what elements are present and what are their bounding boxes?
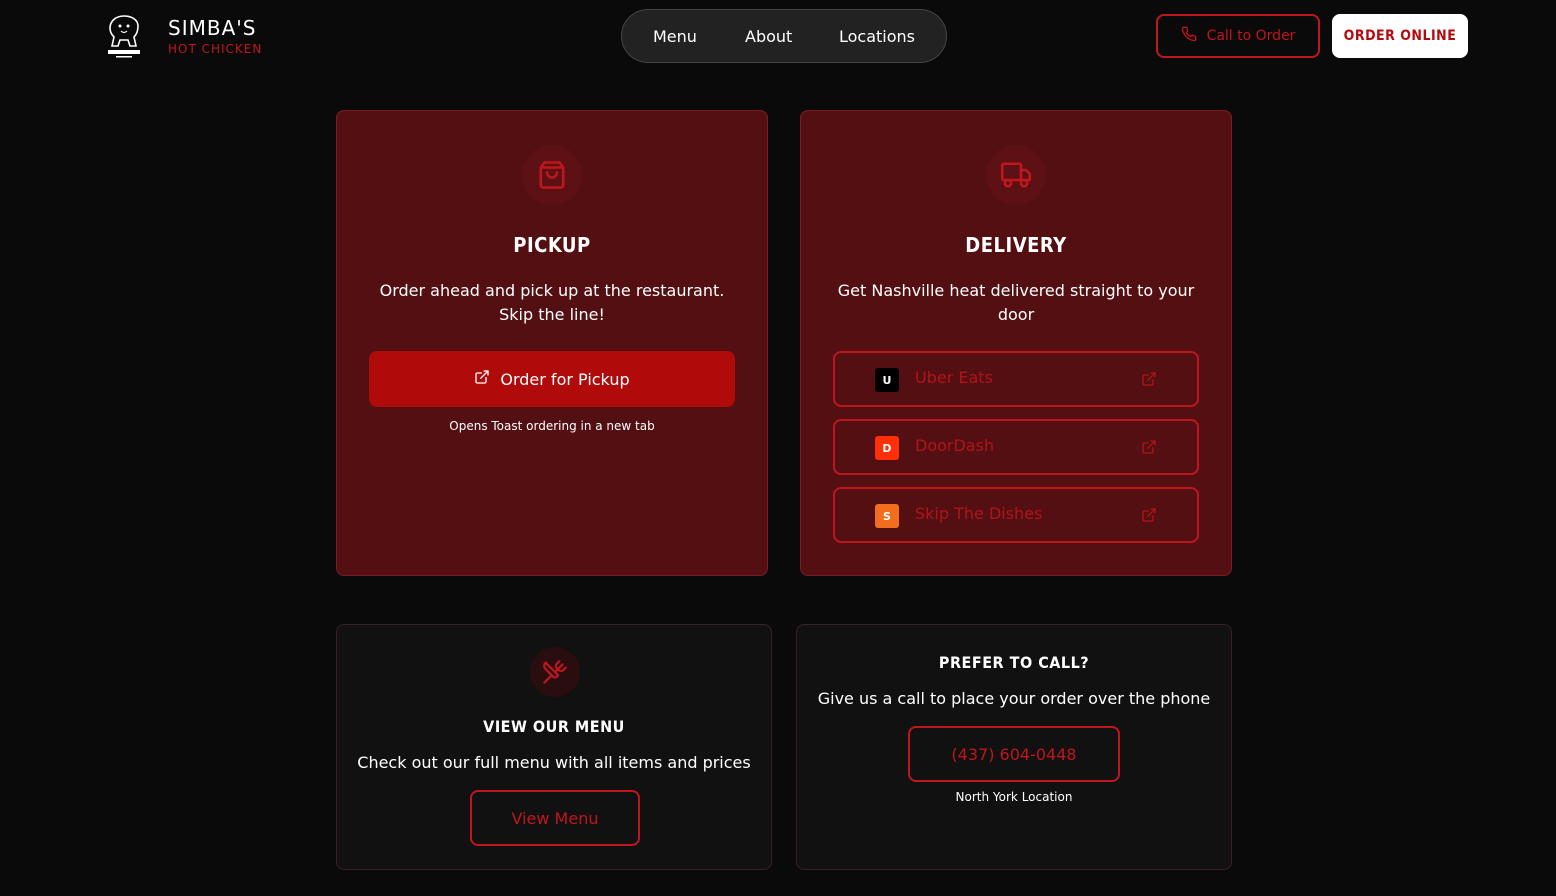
external-link-icon <box>1141 439 1157 459</box>
external-link-icon <box>1141 371 1157 391</box>
doordash-label: DoorDash <box>915 436 995 455</box>
truck-icon <box>986 145 1046 205</box>
call-to-order-label: Call to Order <box>1206 28 1296 44</box>
skip-the-dishes-button[interactable]: S Skip The Dishes <box>833 487 1199 543</box>
utensils-icon <box>530 647 580 697</box>
external-link-icon <box>474 369 490 389</box>
phone-number-button[interactable]: (437) 604-0448 <box>908 726 1120 782</box>
pickup-note: Opens Toast ordering in a new tab <box>449 419 655 433</box>
call-location-note: North York Location <box>955 790 1073 804</box>
nav-item-menu[interactable]: Menu <box>653 27 697 46</box>
call-to-order-button[interactable]: Call to Order <box>1156 14 1320 58</box>
call-card-description: Give us a call to place your order over … <box>817 689 1211 708</box>
brand-subtitle: HOT CHICKEN <box>168 42 263 56</box>
main-nav: Menu About Locations <box>621 9 947 63</box>
view-menu-button[interactable]: View Menu <box>470 790 640 846</box>
site-header: SIMBA'S HOT CHICKEN Menu About Locations… <box>0 0 1556 72</box>
pickup-card: PICKUP Order ahead and pick up at the re… <box>336 110 768 576</box>
doordash-button[interactable]: D DoorDash <box>833 419 1199 475</box>
call-card-title: PREFER TO CALL? <box>938 653 1090 672</box>
view-menu-card: VIEW OUR MENU Check out our full menu wi… <box>336 624 772 870</box>
brand-name[interactable]: SIMBA'S <box>168 16 256 40</box>
order-for-pickup-button[interactable]: Order for Pickup <box>369 351 735 407</box>
nav-item-locations[interactable]: Locations <box>839 27 915 46</box>
phone-icon <box>1181 26 1197 46</box>
delivery-card: DELIVERY Get Nashville heat delivered st… <box>800 110 1232 576</box>
order-for-pickup-label: Order for Pickup <box>500 369 630 389</box>
uber-eats-button[interactable]: U Uber Eats <box>833 351 1199 407</box>
pickup-title: PICKUP <box>513 233 591 257</box>
lion-logo-icon[interactable] <box>104 12 144 60</box>
view-menu-description: Check out our full menu with all items a… <box>357 753 751 772</box>
doordash-badge: D <box>875 436 899 460</box>
call-card: PREFER TO CALL? Give us a call to place … <box>796 624 1232 870</box>
order-online-button[interactable]: ORDER ONLINE <box>1332 14 1468 58</box>
nav-item-about[interactable]: About <box>745 27 792 46</box>
delivery-description: Get Nashville heat delivered straight to… <box>837 281 1195 324</box>
skip-the-dishes-label: Skip The Dishes <box>915 504 1043 523</box>
shopping-bag-icon <box>522 145 582 205</box>
external-link-icon <box>1141 507 1157 527</box>
view-menu-title: VIEW OUR MENU <box>483 717 625 736</box>
uber-eats-label: Uber Eats <box>915 368 993 387</box>
skip-the-dishes-badge: S <box>875 504 899 528</box>
delivery-title: DELIVERY <box>965 233 1067 257</box>
uber-eats-badge: U <box>875 368 899 392</box>
pickup-description: Order ahead and pick up at the restauran… <box>379 281 725 324</box>
